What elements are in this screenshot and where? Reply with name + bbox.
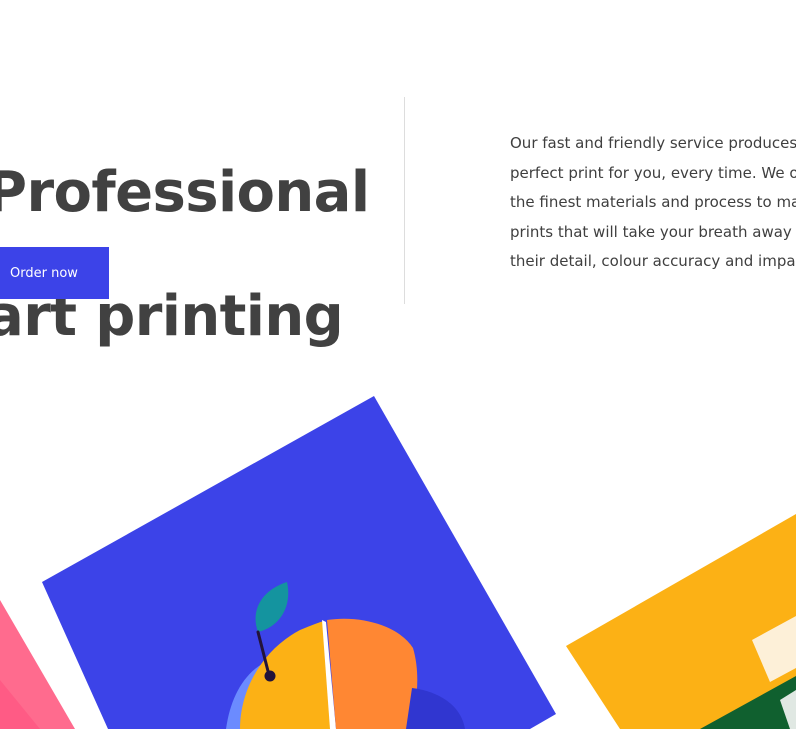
artwork-showcase [0,396,796,729]
intro-line-3: the finest materials and process to mak [510,193,796,212]
yellow-print-icon [566,514,796,729]
intro-line-1: Our fast and friendly service produces t [510,134,796,152]
hero-title-line-1: Professional [0,160,370,225]
intro-line-5: their detail, colour accuracy and impac [510,252,796,271]
intro-line-4: prints that will take your breath away w [510,222,796,241]
intro-paragraph: Our fast and friendly service produces t… [510,129,796,277]
order-now-button[interactable]: Order now [0,247,109,299]
vertical-divider [404,97,405,304]
intro-line-2: perfect print for you, every time. We on… [510,163,796,182]
page: Professional art printing Order now Our … [0,0,796,729]
